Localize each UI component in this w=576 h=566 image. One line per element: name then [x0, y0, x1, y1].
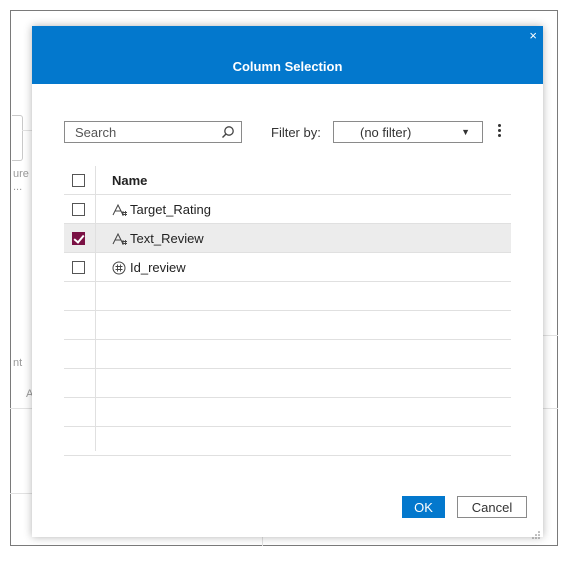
- table-row[interactable]: Id_review: [64, 253, 511, 282]
- more-options-icon[interactable]: [495, 122, 503, 140]
- empty-row: [64, 427, 511, 456]
- background-divider: [543, 408, 558, 409]
- empty-row: [64, 398, 511, 427]
- column-name: Id_review: [130, 260, 186, 275]
- table-row[interactable]: Target_Rating: [64, 195, 511, 224]
- resize-grip-icon[interactable]: [532, 526, 540, 539]
- background-divider: [22, 130, 32, 131]
- filter-dropdown[interactable]: (no filter) ▼: [333, 121, 483, 143]
- row-checkbox-checked[interactable]: [72, 232, 85, 245]
- row-cell: Id_review: [112, 260, 186, 275]
- empty-row: [64, 369, 511, 398]
- cancel-button[interactable]: Cancel: [457, 496, 527, 518]
- row-cell: Target_Rating: [112, 202, 211, 217]
- row-checkbox[interactable]: [72, 261, 85, 274]
- filter-value: (no filter): [360, 125, 412, 140]
- background-text: ...: [13, 181, 23, 193]
- column-name: Text_Review: [130, 231, 204, 246]
- background-divider: [10, 408, 32, 409]
- chevron-down-icon: ▼: [461, 127, 470, 137]
- character-column-icon: [112, 203, 128, 217]
- dialog-header: Column Selection ×: [32, 26, 543, 84]
- empty-row: [64, 311, 511, 340]
- empty-row: [64, 340, 511, 369]
- search-icon[interactable]: [221, 125, 235, 144]
- row-cell: Text_Review: [112, 231, 204, 246]
- background-text: ure: [13, 168, 29, 180]
- close-icon[interactable]: ×: [529, 28, 537, 43]
- background-divider: [10, 493, 32, 494]
- table-row[interactable]: Text_Review: [64, 224, 511, 253]
- ok-button[interactable]: OK: [402, 496, 445, 518]
- select-all-checkbox[interactable]: [72, 174, 85, 187]
- character-column-icon: [112, 232, 128, 246]
- filter-label: Filter by:: [271, 125, 321, 140]
- name-column-header: Name: [112, 173, 148, 188]
- background-divider: [543, 335, 558, 336]
- dialog-title: Column Selection: [232, 59, 343, 74]
- numeric-column-icon: [112, 261, 128, 275]
- background-input-box: [12, 115, 23, 161]
- row-checkbox[interactable]: [72, 203, 85, 216]
- column-table: Name Target_Rating Text_Review Id_review: [64, 166, 511, 456]
- empty-row: [64, 282, 511, 311]
- table-header-row: Name: [64, 166, 511, 195]
- background-divider: [262, 537, 263, 546]
- column-divider: [95, 166, 96, 451]
- column-selection-dialog: Column Selection × Filter by: (no filter…: [32, 26, 543, 539]
- background-text: nt: [13, 357, 23, 369]
- search-input[interactable]: [65, 122, 225, 142]
- search-field: [64, 121, 242, 143]
- column-name: Target_Rating: [130, 202, 211, 217]
